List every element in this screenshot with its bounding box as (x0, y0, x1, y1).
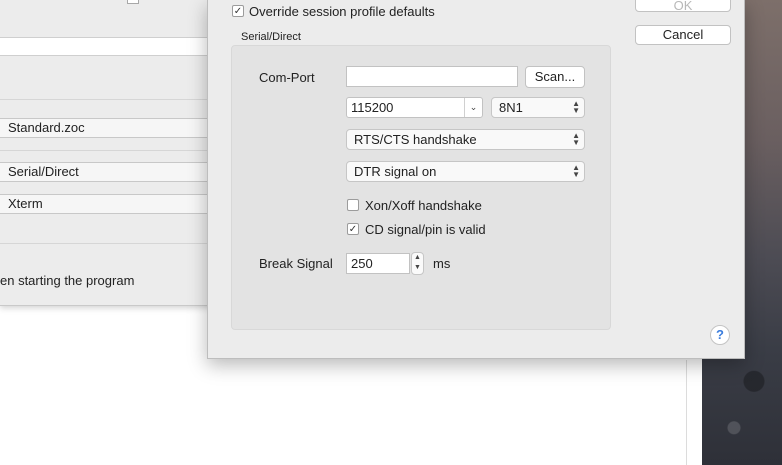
ms-unit-label: ms (433, 256, 451, 271)
flow-control-select[interactable]: RTS/CTS handshake ▲ ▼ (346, 129, 585, 150)
up-down-arrows-icon: ▲ ▼ (572, 131, 580, 147)
dtr-value: DTR signal on (354, 164, 437, 179)
group-title: Serial/Direct (241, 31, 301, 43)
break-signal-stepper[interactable]: ▲ ▼ (411, 252, 424, 275)
com-port-input[interactable] (346, 66, 518, 87)
framing-value: 8N1 (499, 100, 523, 115)
emulation-field[interactable]: Xterm (0, 194, 240, 214)
xon-xoff-checkbox[interactable] (347, 199, 359, 211)
framing-select[interactable]: 8N1 ▲ ▼ (491, 97, 585, 118)
startup-option-label: en starting the program (0, 273, 135, 288)
partial-checkbox[interactable] (127, 0, 139, 4)
background-text-field[interactable] (0, 37, 240, 56)
up-down-arrows-icon: ▲ ▼ (572, 99, 580, 115)
chevron-down-icon[interactable]: ⌄ (464, 98, 482, 117)
profile-field[interactable]: Standard.zoc (0, 118, 240, 138)
connection-type-field[interactable]: Serial/Direct (0, 162, 240, 182)
baud-rate-combo[interactable]: 115200 ⌄ (346, 97, 483, 118)
up-down-arrows-icon: ▲ ▼ (572, 163, 580, 179)
cancel-button[interactable]: Cancel (635, 25, 731, 45)
break-signal-input[interactable]: 250 (346, 253, 410, 274)
override-label: Override session profile defaults (249, 4, 435, 19)
ok-button[interactable]: OK (635, 0, 731, 13)
baud-rate-value: 115200 (351, 100, 394, 115)
dtr-select[interactable]: DTR signal on ▲ ▼ (346, 161, 585, 182)
cd-signal-checkbox[interactable]: ✓ (347, 223, 359, 235)
flow-control-value: RTS/CTS handshake (354, 132, 477, 147)
xon-xoff-label: Xon/Xoff handshake (365, 198, 482, 213)
cd-signal-label: CD signal/pin is valid (365, 222, 486, 237)
scan-button[interactable]: Scan... (525, 66, 585, 88)
com-port-label: Com-Port (259, 70, 315, 85)
divider (0, 99, 240, 100)
divider (0, 150, 240, 151)
help-button[interactable]: ? (710, 325, 730, 345)
override-checkbox[interactable]: ✓ (232, 5, 244, 17)
background-area (686, 360, 702, 465)
divider (0, 243, 240, 244)
break-signal-label: Break Signal (259, 256, 333, 271)
